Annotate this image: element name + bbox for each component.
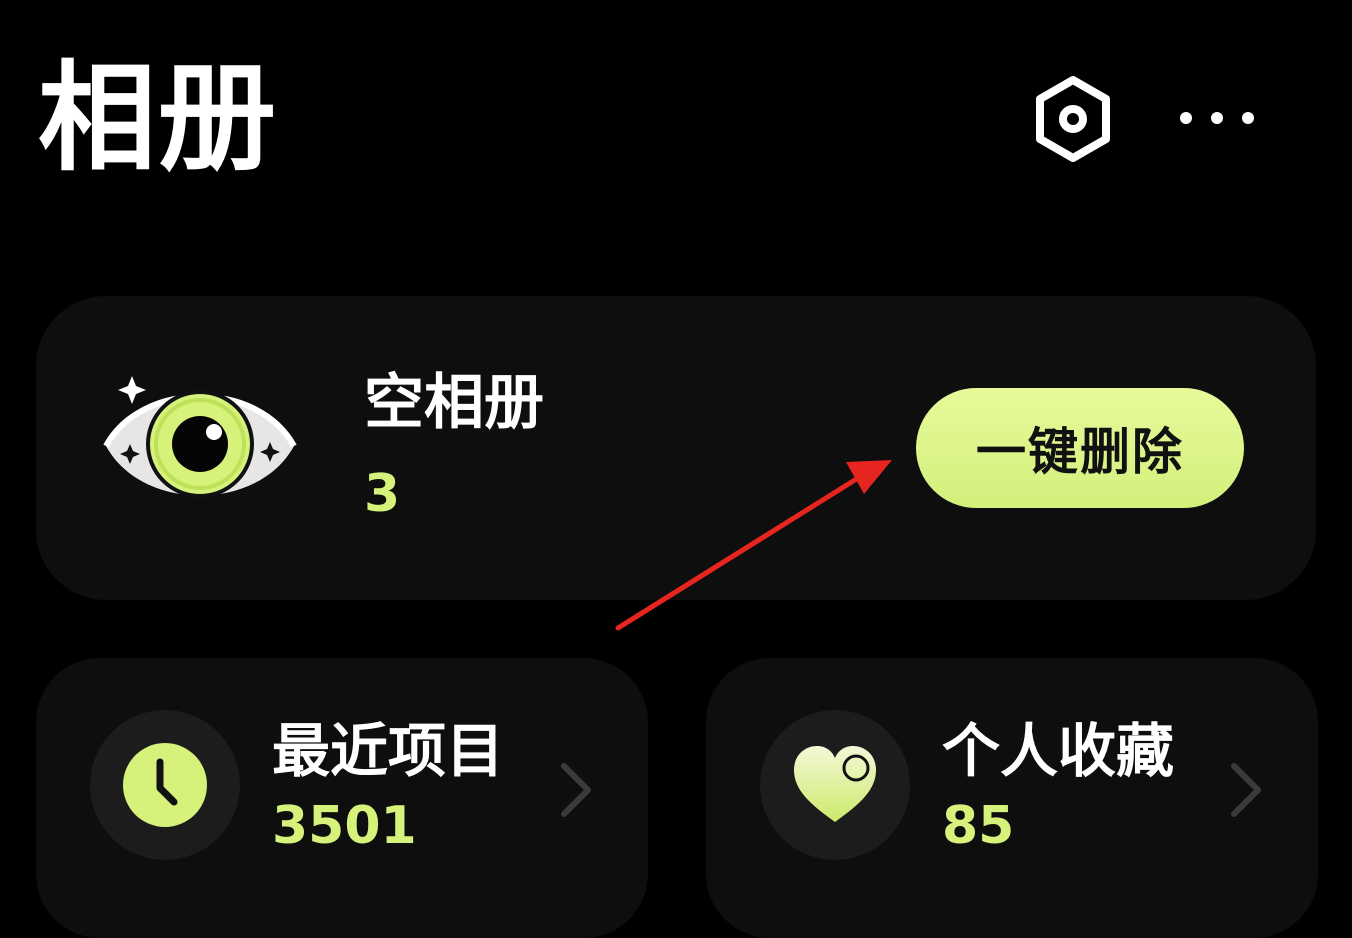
recent-items-title: 最近项目 xyxy=(272,717,505,785)
empty-albums-card[interactable]: 空相册 3 一键删除 xyxy=(36,296,1316,600)
more-horizontal-icon[interactable] xyxy=(1172,98,1262,138)
favorites-count: 85 xyxy=(942,796,1015,856)
favorites-icon-container xyxy=(760,710,910,860)
eye-icon xyxy=(103,376,297,498)
delete-all-button[interactable]: 一键删除 xyxy=(916,388,1244,508)
recent-items-card[interactable]: 最近项目 3501 xyxy=(36,658,648,938)
recent-items-count: 3501 xyxy=(272,796,417,856)
empty-albums-count: 3 xyxy=(364,464,401,524)
empty-albums-title: 空相册 xyxy=(364,368,544,438)
chevron-right-icon xyxy=(1231,763,1261,817)
favorites-card[interactable]: 个人收藏 85 xyxy=(706,658,1318,938)
settings-icon[interactable] xyxy=(1030,76,1116,162)
page-title: 相册 xyxy=(38,49,279,187)
clock-icon xyxy=(123,743,207,827)
recent-icon-container xyxy=(90,710,240,860)
delete-all-label: 一键删除 xyxy=(976,423,1184,481)
chevron-right-icon xyxy=(561,763,591,817)
heart-icon xyxy=(794,746,876,822)
favorites-title: 个人收藏 xyxy=(942,717,1175,785)
